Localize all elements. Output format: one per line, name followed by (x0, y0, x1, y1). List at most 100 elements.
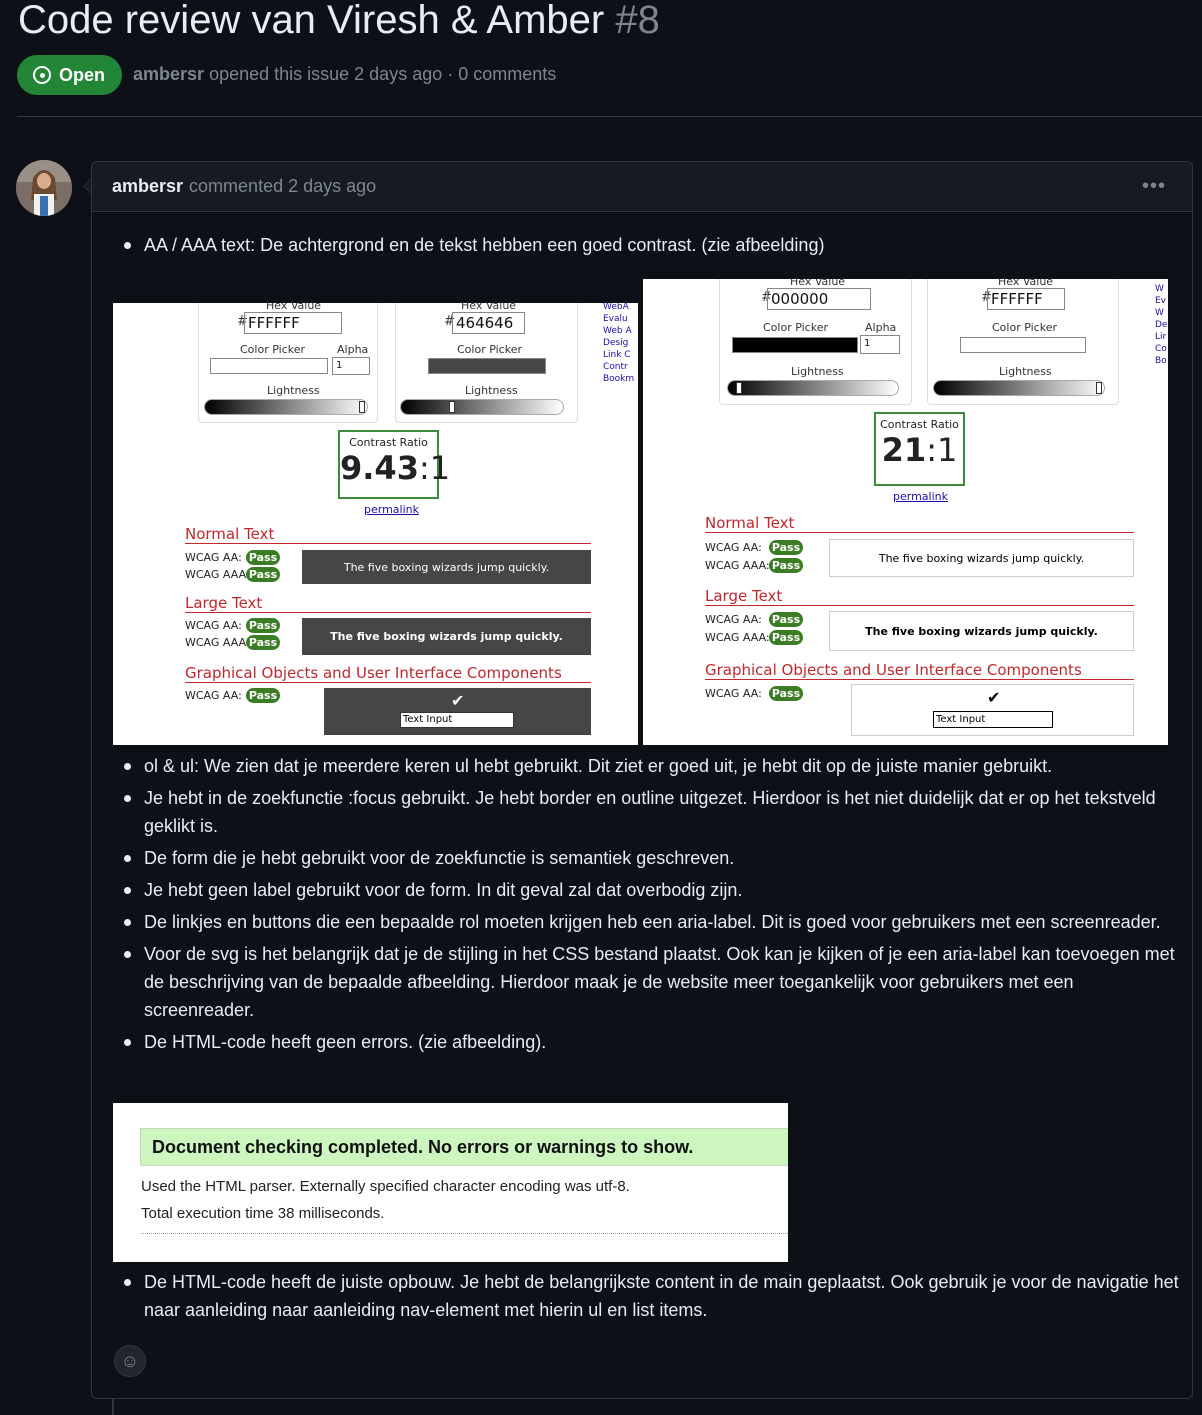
alpha-input[interactable]: 1 (332, 357, 370, 375)
wcag-aaa-label: WCAG AAA: (705, 559, 770, 572)
foreground-hex-input[interactable]: 000000 (767, 288, 871, 310)
wcag-aaa-label: WCAG AAA: (185, 636, 250, 649)
pass-badge: Pass (769, 612, 803, 627)
side-link[interactable]: De (1155, 319, 1167, 331)
pass-badge: Pass (769, 558, 803, 573)
side-link[interactable]: Lir (1155, 331, 1167, 343)
graphical-sample: ✔ Text Input (851, 684, 1134, 736)
smiley-icon[interactable]: ☺ (114, 1345, 146, 1377)
kebab-horizontal-icon[interactable]: ••• (1142, 175, 1166, 198)
text-input-sample: Text Input (933, 711, 1053, 728)
timeline-line (112, 1398, 114, 1415)
pass-badge: Pass (246, 550, 280, 565)
color-picker-label: Color Picker (763, 321, 828, 334)
issue-state-label: Open (59, 64, 106, 85)
side-link[interactable]: W (1155, 283, 1167, 295)
normal-text-heading: Normal Text (705, 514, 1134, 533)
lightness-slider[interactable] (400, 399, 564, 415)
alpha-input[interactable]: 1 (860, 335, 900, 354)
issue-state-badge: Open (17, 55, 122, 95)
validator-parser-text: Used the HTML parser. Externally specifi… (141, 1178, 630, 1195)
checkmark-icon: ✔ (987, 688, 1001, 707)
lightness-slider[interactable] (933, 380, 1105, 396)
hex-label: Hex Value (998, 279, 1054, 288)
contrast-ratio-value: 9.43 (340, 449, 419, 487)
list-item: De HTML-code heeft de juiste opbouw. Je … (120, 1268, 1180, 1324)
normal-text-sample: The five boxing wizards jump quickly. (829, 539, 1134, 577)
color-picker-label: Color Picker (240, 343, 305, 356)
validator-time-text: Total execution time 38 milliseconds. (141, 1205, 385, 1222)
background-hex-input[interactable]: 464646 (452, 312, 525, 334)
comment-author-link[interactable]: ambersr (112, 176, 183, 197)
list-item: Je hebt in de zoekfunctie :focus gebruik… (120, 784, 1180, 840)
side-link[interactable]: Desig (603, 337, 634, 349)
wcag-aa-label: WCAG AA: (185, 619, 242, 632)
side-link[interactable]: Link C (603, 349, 634, 361)
pass-badge: Pass (769, 686, 803, 701)
comment-list-mid: ol & ul: We zien dat je meerdere keren u… (120, 752, 1180, 1060)
side-link[interactable]: Bookm (603, 373, 634, 385)
large-text-heading: Large Text (185, 594, 591, 613)
issue-author-link[interactable]: ambersr (133, 64, 204, 84)
avatar[interactable] (16, 160, 72, 216)
contrast-screenshot-1: Hex Value Hex Value # FFFFFF # 464646 Co… (113, 303, 638, 745)
side-link[interactable]: Ev (1155, 295, 1167, 307)
foreground-color-swatch[interactable] (210, 358, 328, 374)
lightness-slider[interactable] (204, 399, 368, 415)
normal-text-heading: Normal Text (185, 525, 591, 544)
background-color-swatch[interactable] (960, 337, 1086, 353)
lightness-slider[interactable] (727, 380, 899, 396)
side-links: WebA Evalu Web A Desig Link C Contr Book… (603, 303, 634, 385)
hex-label: Hex Value (461, 303, 517, 312)
wcag-aaa-label: WCAG AAA: (705, 631, 770, 644)
checkmark-icon: ✔ (451, 691, 465, 710)
comment-meta[interactable]: commented 2 days ago (189, 176, 376, 197)
wcag-aa-label: WCAG AA: (185, 551, 242, 564)
wcag-aa-label: WCAG AA: (705, 687, 762, 700)
issue-meta-text: opened this issue 2 days ago · 0 comment… (209, 64, 557, 84)
lightness-label: Lightness (465, 384, 518, 397)
side-link[interactable]: Web A (603, 325, 634, 337)
color-picker-label: Color Picker (457, 343, 522, 356)
wcag-aa-label: WCAG AA: (705, 613, 762, 626)
pass-badge: Pass (769, 630, 803, 645)
background-hex-input[interactable]: FFFFFF (987, 288, 1065, 310)
list-item: Je hebt geen label gebruikt voor de form… (120, 876, 1180, 904)
hex-label: Hex Value (266, 303, 322, 312)
side-link[interactable]: WebA (603, 303, 634, 313)
side-link[interactable]: Evalu (603, 313, 634, 325)
side-link[interactable]: Contr (603, 361, 634, 373)
hex-label: Hex Value (790, 279, 846, 288)
comment-list-end: De HTML-code heeft de juiste opbouw. Je … (120, 1268, 1180, 1328)
side-link[interactable]: W (1155, 307, 1167, 319)
validator-success-banner: Document checking completed. No errors o… (140, 1128, 788, 1166)
text-input-sample: Text Input (400, 712, 514, 728)
lightness-label: Lightness (791, 365, 844, 378)
graphical-objects-heading: Graphical Objects and User Interface Com… (185, 664, 591, 683)
side-link[interactable]: Co (1155, 343, 1167, 355)
permalink-link[interactable]: permalink (364, 503, 419, 516)
validator-screenshot: Document checking completed. No errors o… (113, 1103, 788, 1262)
foreground-hex-input[interactable]: FFFFFF (244, 312, 342, 334)
color-picker-label: Color Picker (992, 321, 1057, 334)
list-item: ol & ul: We zien dat je meerdere keren u… (120, 752, 1180, 780)
side-link[interactable]: Bo (1155, 355, 1167, 367)
contrast-ratio-suffix: :1 (926, 431, 958, 469)
wcag-aa-label: WCAG AA: (185, 689, 242, 702)
background-color-swatch[interactable] (428, 358, 546, 374)
comment-list-top: AA / AAA text: De achtergrond en de teks… (120, 231, 1180, 263)
contrast-screenshot-2: Hex Value Hex Value # 000000 # FFFFFF Co… (643, 279, 1168, 745)
alpha-label: Alpha (865, 321, 897, 334)
header-divider (17, 116, 1202, 117)
list-item: De HTML-code heeft geen errors. (zie afb… (120, 1028, 1180, 1056)
issue-number: #8 (615, 0, 660, 42)
permalink-link[interactable]: permalink (893, 490, 948, 503)
pass-badge: Pass (246, 635, 280, 650)
lightness-label: Lightness (267, 384, 320, 397)
large-text-heading: Large Text (705, 587, 1134, 606)
foreground-color-swatch[interactable] (732, 337, 858, 353)
issue-title: Code review van Viresh & Amber #8 (18, 0, 660, 44)
graphical-objects-heading: Graphical Objects and User Interface Com… (705, 661, 1134, 680)
issue-title-text: Code review van Viresh & Amber (18, 0, 605, 42)
pass-badge: Pass (246, 567, 280, 582)
